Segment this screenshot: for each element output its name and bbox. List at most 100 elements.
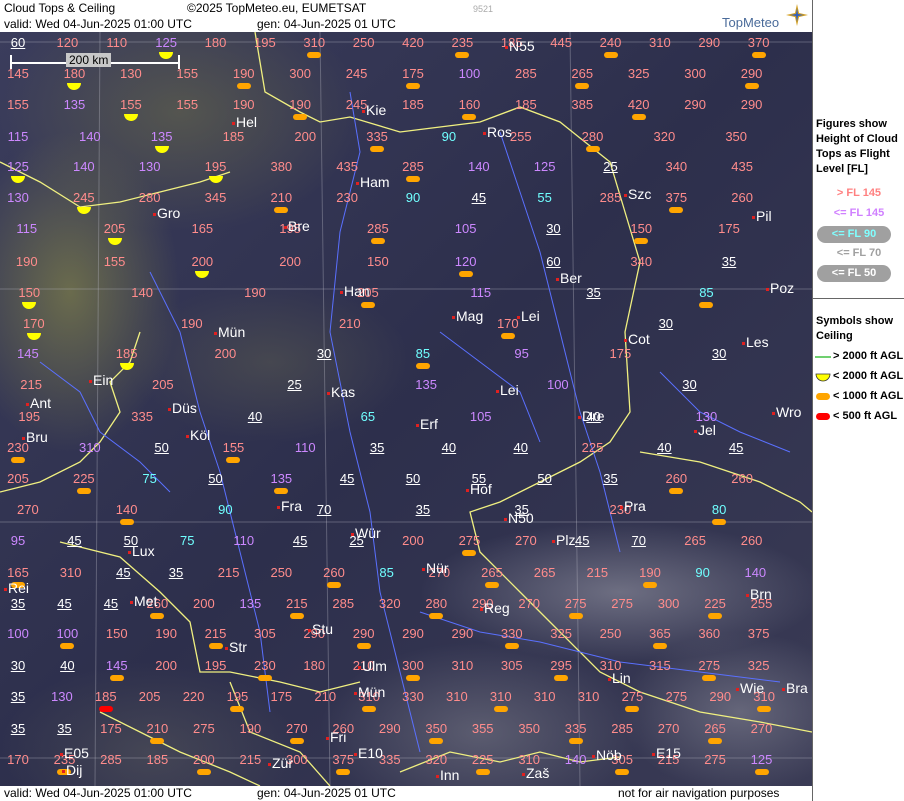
legend-symbol-label: < 1000 ft AGL bbox=[833, 390, 904, 402]
cloud-top-value: 100 bbox=[546, 377, 569, 392]
city-marker bbox=[168, 408, 171, 411]
cloud-top-value: 315 bbox=[649, 658, 671, 673]
city-marker bbox=[327, 392, 330, 395]
ceiling-symbol bbox=[257, 675, 272, 681]
cloud-top-value: 215 bbox=[204, 626, 227, 641]
cloud-top-value: 175 bbox=[270, 689, 293, 704]
ceiling-symbol bbox=[98, 706, 113, 712]
cloud-top-value: 155 bbox=[222, 440, 245, 455]
footer-generated-time: gen: 04-Jun-2025 01 UTC bbox=[257, 786, 396, 800]
city-marker bbox=[416, 424, 419, 427]
cloud-top-value: 190 bbox=[15, 254, 38, 269]
cloud-top-value: 155 bbox=[103, 254, 126, 269]
city-marker bbox=[422, 568, 425, 571]
city-marker bbox=[128, 551, 131, 554]
city-marker bbox=[268, 763, 271, 766]
ceiling-symbol bbox=[634, 238, 649, 244]
city-marker bbox=[62, 770, 65, 773]
satellite-map[interactable]: 200 km 60 120 110 125 180 195 310 250 420 235 185 4… bbox=[0, 32, 812, 786]
cloud-top-value: 140 bbox=[72, 159, 95, 174]
city-marker bbox=[736, 688, 739, 691]
cloud-top-value: 170 bbox=[496, 316, 519, 331]
ceiling-symbol bbox=[119, 519, 134, 525]
ceiling-symbol bbox=[196, 769, 211, 775]
cloud-top-value: 305 bbox=[500, 658, 523, 673]
topmeteo-logo[interactable]: TopMeteo bbox=[722, 4, 808, 30]
cloud-top-value: 310 bbox=[451, 658, 474, 673]
cloud-top-value: 200 bbox=[279, 254, 301, 269]
cloud-top-value: 300 bbox=[402, 658, 424, 673]
cloud-top-value: 290 bbox=[740, 97, 763, 112]
city-label: Bra bbox=[786, 680, 808, 696]
footer-bar: valid: Wed 04-Jun-2025 01:00 UTC gen: 04… bbox=[0, 786, 812, 801]
cloud-top-value: 355 bbox=[471, 721, 494, 736]
legend-symbol-label: < 2000 ft AGL bbox=[833, 370, 904, 382]
city-label: Bre bbox=[288, 218, 310, 234]
cloud-top-value: 285 bbox=[599, 190, 622, 205]
cloud-top-value: 100 bbox=[458, 66, 481, 81]
cloud-top-value: 260 bbox=[731, 471, 754, 486]
cloud-top-value: 65 bbox=[360, 409, 376, 424]
ceiling-symbol bbox=[652, 643, 667, 649]
ceiling-symbol bbox=[575, 83, 590, 89]
cloud-top-value: 155 bbox=[7, 97, 29, 112]
city-label: Stu bbox=[312, 621, 334, 637]
city-marker bbox=[284, 226, 287, 229]
city-label: Wie bbox=[740, 680, 765, 696]
cloud-top-value: 145 bbox=[17, 346, 39, 361]
cloud-top-value: 40 bbox=[247, 409, 263, 424]
cloud-top-value: 290 bbox=[378, 721, 401, 736]
cloud-top-value: 90 bbox=[441, 129, 457, 144]
city-marker bbox=[608, 678, 611, 681]
cloud-top-value: 280 bbox=[581, 129, 604, 144]
cloud-top-value: 135 bbox=[415, 377, 438, 392]
cloud-top-value: 200 bbox=[294, 129, 317, 144]
ceiling-symbol bbox=[327, 582, 341, 588]
cloud-top-value: 190 bbox=[239, 721, 262, 736]
cloud-top-value: 260 bbox=[665, 471, 688, 486]
ceiling-symbol bbox=[643, 582, 657, 588]
ceiling-symbol bbox=[195, 271, 210, 278]
cloud-top-value: 380 bbox=[270, 159, 293, 174]
cloud-top-value: 180 bbox=[303, 658, 326, 673]
cloud-top-value: 135 bbox=[63, 97, 86, 112]
ceiling-symbol bbox=[712, 519, 727, 525]
ceiling-symbol bbox=[429, 738, 444, 744]
ceiling-symbol bbox=[356, 643, 371, 649]
cloud-top-value: 230 bbox=[336, 190, 359, 205]
cloud-top-value: 150 bbox=[630, 221, 653, 236]
ceiling-symbol bbox=[370, 146, 385, 152]
cloud-top-value: 205 bbox=[138, 689, 161, 704]
cloud-top-value: 435 bbox=[336, 159, 359, 174]
city-label: Lei bbox=[521, 308, 540, 324]
cloud-top-value: 185 bbox=[402, 97, 424, 112]
cloud-top-value: 25 bbox=[287, 377, 302, 392]
cloud-top-value: 170 bbox=[22, 316, 45, 331]
ceiling-symbol bbox=[67, 83, 82, 90]
ceiling-symbol bbox=[754, 769, 769, 775]
city-marker bbox=[354, 753, 357, 756]
cloud-top-value: 175 bbox=[100, 721, 122, 736]
city-label: Mün bbox=[358, 684, 386, 700]
cloud-top-value: 235 bbox=[451, 35, 474, 50]
legend-fl-class: <= FL 145 bbox=[833, 207, 885, 219]
cloud-top-value: 265 bbox=[533, 565, 556, 580]
city-marker bbox=[652, 753, 655, 756]
cloud-top-value: 325 bbox=[627, 66, 650, 81]
ceiling-symbol bbox=[336, 769, 351, 775]
cloud-top-value: 195 bbox=[18, 409, 41, 424]
cloud-top-value: 320 bbox=[378, 596, 401, 611]
ceiling-symbol bbox=[109, 675, 124, 681]
city-label: Hof bbox=[470, 481, 492, 497]
cloud-top-value: 190 bbox=[244, 285, 266, 300]
cloud-top-value: 105 bbox=[454, 221, 477, 236]
cloud-top-value: 320 bbox=[425, 752, 448, 767]
cloud-top-value: 125 bbox=[155, 35, 177, 50]
cloud-top-value: 270 bbox=[750, 721, 773, 736]
cloud-top-value: 320 bbox=[653, 129, 676, 144]
city-marker bbox=[308, 629, 311, 632]
ceiling-symbol bbox=[455, 52, 470, 58]
symbols-heading: Symbols show Ceiling bbox=[816, 315, 894, 342]
cloud-top-value: 155 bbox=[119, 97, 142, 112]
legend-fl-class: <= FL 90 bbox=[817, 226, 891, 243]
